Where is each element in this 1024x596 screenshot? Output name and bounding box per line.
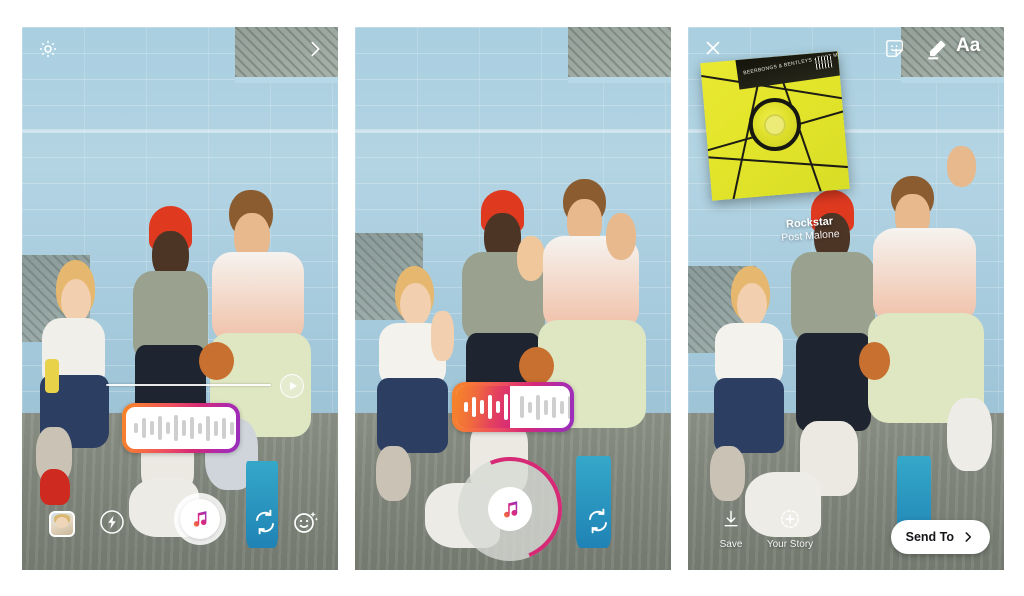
pen-icon[interactable] (925, 38, 948, 61)
waveform-bar (166, 422, 170, 434)
waveform-bar (222, 417, 226, 439)
waveform-bar (158, 416, 162, 440)
text-tool-label[interactable]: Aa (956, 35, 980, 57)
waveform-bar (230, 421, 234, 435)
send-to-button[interactable]: Send To (890, 520, 990, 554)
waveform-bar (206, 415, 210, 441)
shutter-inner (180, 499, 220, 539)
waveform-bar (528, 401, 532, 413)
play-icon[interactable] (280, 374, 304, 398)
gallery-thumbnail[interactable] (49, 511, 75, 537)
waveform-bars-p1 (134, 407, 234, 449)
camera-flip-icon[interactable] (583, 506, 613, 536)
waveform-bar (488, 395, 492, 419)
album-art: ICE BEERBONGS & BENTLEYS · POST MALONE ·… (700, 51, 850, 201)
waveform-bar (190, 417, 194, 439)
panel-recording (355, 27, 671, 570)
waveform-bar (198, 422, 202, 434)
flash-icon[interactable] (96, 506, 128, 538)
waveform-bar (496, 401, 500, 413)
chevron-right-icon (965, 532, 972, 542)
save-button[interactable]: Save (706, 508, 756, 550)
sticker-icon[interactable] (883, 37, 906, 60)
waveform-bar (214, 420, 218, 436)
panel-capture: TYPEMUSICLIVENORMAL (22, 27, 338, 570)
chevron-right-icon[interactable] (304, 38, 326, 65)
waveform-bar (520, 396, 524, 418)
shutter-button-recording[interactable] (442, 441, 578, 570)
music-note-icon (193, 511, 207, 527)
waveform-bar (174, 415, 178, 441)
person-right (865, 146, 998, 515)
waveform-bar (182, 420, 186, 436)
waveform-bar (536, 394, 540, 420)
waveform-bar (150, 421, 154, 435)
thumbnail-face (55, 516, 69, 528)
screenshot-stage: TYPEMUSICLIVENORMAL (0, 0, 1024, 596)
waveform-bar (480, 400, 484, 414)
waveform-bar (134, 423, 138, 433)
panel-edit: Aa ICE BEERBONGS & BENTLEYS · POST MALON… (688, 27, 1004, 570)
music-track-scrubber[interactable] (106, 384, 271, 386)
waveform-bar (560, 400, 564, 414)
gear-icon[interactable] (37, 38, 59, 60)
music-album-sticker[interactable]: ICE BEERBONGS & BENTLEYS · POST MALONE ·… (700, 51, 850, 201)
camera-preview-panel1[interactable] (22, 27, 338, 570)
waveform-bar (472, 397, 476, 417)
camera-flip-icon[interactable] (250, 507, 280, 537)
person-left (374, 265, 462, 516)
waveform-bar (552, 396, 556, 418)
panel1-topbar (22, 27, 338, 73)
your-story-button[interactable]: Your Story (750, 508, 830, 550)
face-effects-icon[interactable] (290, 507, 320, 537)
save-label: Save (719, 539, 743, 550)
waveform-inner (456, 386, 570, 428)
barcode (814, 55, 833, 71)
waveform-bar (512, 399, 516, 415)
music-waveform-pill[interactable] (122, 403, 240, 453)
window-grate-top-right (567, 27, 671, 83)
close-icon[interactable] (702, 37, 724, 59)
waveform-bar (142, 418, 146, 438)
send-to-label: Send To (905, 530, 954, 544)
waveform-bar (464, 402, 468, 412)
add-to-story-icon (781, 510, 799, 528)
shutter-button-music[interactable] (174, 493, 226, 545)
your-story-label: Your Story (766, 539, 814, 550)
waveform-bar (544, 399, 548, 415)
waveform-inner (126, 407, 236, 449)
panel3-bottom-bar: Save Your Story Send To (688, 496, 1004, 570)
download-icon (724, 510, 738, 527)
waveform-bar (504, 394, 508, 420)
basketball (198, 341, 234, 380)
music-waveform-pill[interactable] (452, 382, 574, 432)
waveform-bar (568, 395, 570, 419)
basketball (858, 341, 891, 380)
